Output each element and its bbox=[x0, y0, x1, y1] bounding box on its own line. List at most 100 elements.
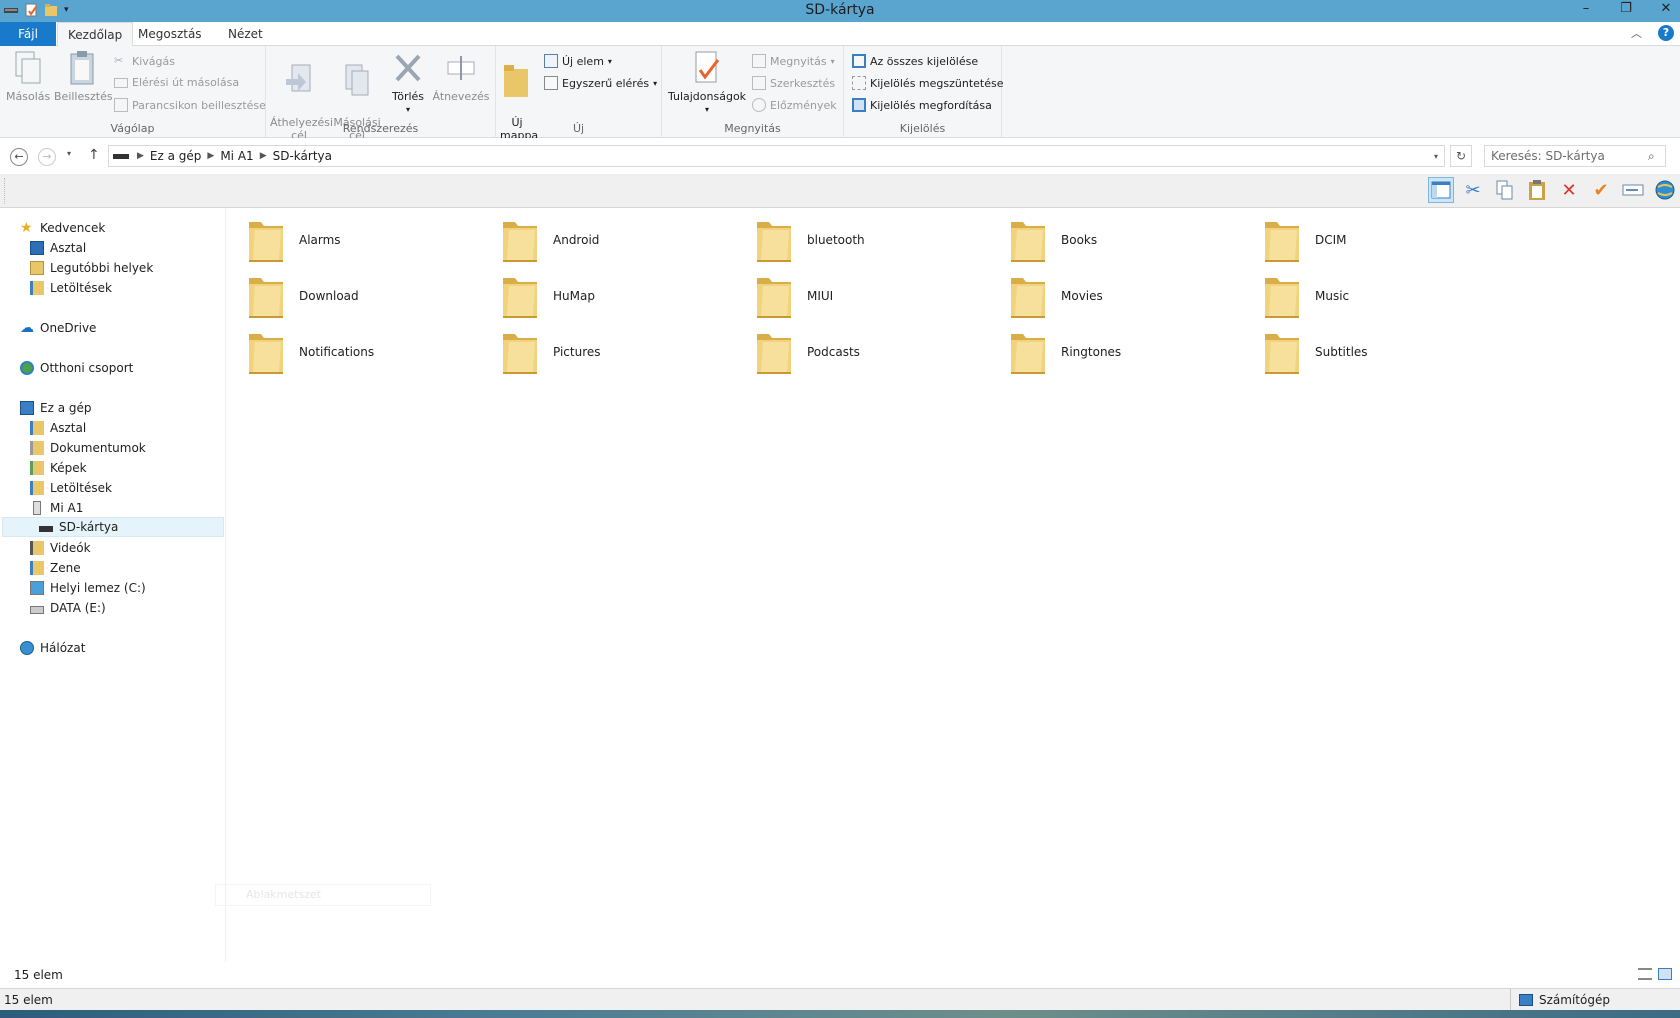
cut-icon[interactable]: ✂ bbox=[1460, 177, 1486, 203]
select-none-button[interactable]: Kijelölés megszüntetése bbox=[852, 76, 1004, 90]
scissors-icon: ✂ bbox=[114, 54, 124, 67]
open-button[interactable]: Megnyitás ▾ bbox=[752, 54, 835, 68]
copy-path-button[interactable]: Elérési út másolása bbox=[114, 76, 239, 89]
paste-icon[interactable] bbox=[1524, 177, 1550, 203]
edit-button[interactable]: Szerkesztés bbox=[752, 76, 835, 90]
recent-locations-icon[interactable]: ▾ bbox=[67, 149, 71, 158]
cut-button[interactable]: ✂ Kivágás bbox=[114, 54, 175, 68]
folder-item[interactable]: Notifications bbox=[245, 326, 495, 378]
folder-icon bbox=[1011, 334, 1045, 374]
nav-onedrive[interactable]: ☁ OneDrive bbox=[20, 318, 96, 338]
folder-item[interactable]: Ringtones bbox=[1007, 326, 1257, 378]
nav-homegroup[interactable]: Otthoni csoport bbox=[20, 358, 133, 378]
collapse-ribbon-icon[interactable]: ︿ bbox=[1631, 25, 1642, 41]
back-button[interactable]: ← bbox=[10, 148, 28, 166]
up-arrow-icon[interactable]: ↑ bbox=[88, 147, 100, 163]
nav-pc-pictures[interactable]: Képek bbox=[30, 458, 87, 478]
nav-network-label: Hálózat bbox=[40, 641, 86, 655]
tab-share[interactable]: Megosztás bbox=[128, 22, 212, 46]
refresh-icon[interactable]: ↻ bbox=[1450, 145, 1472, 167]
copy-button[interactable]: Másolás bbox=[6, 50, 50, 103]
checkmark-icon[interactable]: ✔ bbox=[1588, 177, 1614, 203]
properties-dropdown-icon[interactable]: ▾ bbox=[666, 103, 748, 116]
easy-access-button[interactable]: Egyszerű elérés ▾ bbox=[544, 76, 657, 90]
windows-drive-icon bbox=[30, 581, 44, 595]
breadcrumb-mi-a1[interactable]: Mi A1 bbox=[214, 149, 259, 163]
invert-selection-button[interactable]: Kijelölés megfordítása bbox=[852, 98, 992, 112]
folder-icon bbox=[1011, 278, 1045, 318]
nav-pc-desktop[interactable]: Asztal bbox=[30, 418, 86, 438]
nav-pc-mi-a1[interactable]: Mi A1 bbox=[30, 498, 83, 518]
paste-button[interactable]: Beillesztés bbox=[54, 50, 113, 103]
help-icon[interactable]: ? bbox=[1658, 25, 1674, 41]
search-input[interactable]: Keresés: SD-kártya bbox=[1484, 145, 1666, 167]
folder-item[interactable]: MIUI bbox=[753, 270, 1003, 322]
nav-fav-desktop-label: Asztal bbox=[50, 241, 87, 255]
details-view-icon[interactable] bbox=[1638, 968, 1652, 980]
folder-item[interactable]: DCIM bbox=[1261, 214, 1511, 266]
nav-pc-downloads[interactable]: Letöltések bbox=[30, 478, 112, 498]
nav-pc-c-drive[interactable]: Helyi lemez (C:) bbox=[30, 578, 146, 598]
breadcrumb-sep-icon: ▶ bbox=[137, 151, 144, 161]
nav-this-pc[interactable]: Ez a gép bbox=[20, 398, 91, 418]
folder-item[interactable]: HuMap bbox=[499, 270, 749, 322]
rename-field-icon[interactable] bbox=[1620, 177, 1646, 203]
rename-button[interactable]: Átnevezés bbox=[432, 50, 490, 103]
folder-item[interactable]: Pictures bbox=[499, 326, 749, 378]
close-button[interactable]: ✕ bbox=[1656, 1, 1676, 16]
layout-pane-icon[interactable] bbox=[1428, 177, 1454, 203]
paste-shortcut-button[interactable]: Parancsikon beillesztése bbox=[114, 98, 266, 112]
address-dropdown-icon[interactable]: ▾ bbox=[1434, 152, 1444, 161]
open-label: Megnyitás bbox=[770, 54, 827, 68]
tab-file[interactable]: Fájl bbox=[0, 22, 56, 46]
delete-button[interactable]: Törlés ▾ bbox=[388, 50, 428, 116]
new-item-button[interactable]: Új elem ▾ bbox=[544, 54, 612, 68]
folder-item[interactable]: Music bbox=[1261, 270, 1511, 322]
item-count-classic: 15 elem bbox=[4, 993, 53, 1007]
large-icons-view-icon[interactable] bbox=[1658, 968, 1672, 980]
copy-to-icon bbox=[345, 64, 369, 96]
folder-item[interactable]: Download bbox=[245, 270, 495, 322]
minimize-button[interactable]: – bbox=[1576, 1, 1596, 16]
tab-home[interactable]: Kezdőlap bbox=[57, 22, 134, 47]
tab-view[interactable]: Nézet bbox=[218, 22, 273, 46]
nav-pc-sd-card[interactable]: SD-kártya bbox=[2, 517, 224, 537]
breadcrumb-this-pc[interactable]: Ez a gép bbox=[144, 149, 207, 163]
address-field[interactable]: ▶ Ez a gép ▶ Mi A1 ▶ SD-kártya ▾ bbox=[108, 145, 1445, 167]
folder-item[interactable]: bluetooth bbox=[753, 214, 1003, 266]
music-folder-icon bbox=[30, 561, 44, 575]
folder-item[interactable]: Alarms bbox=[245, 214, 495, 266]
copy-icon[interactable] bbox=[1492, 177, 1518, 203]
folder-item[interactable]: Movies bbox=[1007, 270, 1257, 322]
invert-selection-icon bbox=[852, 98, 866, 112]
delete-dropdown-icon[interactable]: ▾ bbox=[388, 103, 428, 116]
globe-icon[interactable] bbox=[1652, 177, 1678, 203]
folder-item[interactable]: Books bbox=[1007, 214, 1257, 266]
nav-pc-documents[interactable]: Dokumentumok bbox=[30, 438, 146, 458]
nav-favorites[interactable]: ★ Kedvencek bbox=[20, 218, 105, 238]
folder-item[interactable]: Subtitles bbox=[1261, 326, 1511, 378]
forward-button[interactable]: → bbox=[38, 148, 56, 166]
nav-fav-downloads[interactable]: Letöltések bbox=[30, 278, 112, 298]
search-icon[interactable]: ⌕ bbox=[1648, 149, 1655, 164]
history-button[interactable]: Előzmények bbox=[752, 98, 837, 112]
easy-access-icon bbox=[544, 76, 558, 90]
restore-button[interactable]: ❐ bbox=[1616, 1, 1636, 16]
rename-label: Átnevezés bbox=[432, 90, 490, 103]
select-all-button[interactable]: Az összes kijelölése bbox=[852, 54, 978, 68]
nav-pc-e-drive[interactable]: DATA (E:) bbox=[30, 598, 106, 618]
nav-pc-videos[interactable]: Videók bbox=[30, 538, 91, 558]
folder-item[interactable]: Podcasts bbox=[753, 326, 1003, 378]
nav-favorites-label: Kedvencek bbox=[40, 221, 106, 235]
cloud-icon: ☁ bbox=[20, 320, 34, 336]
breadcrumb-sd-card[interactable]: SD-kártya bbox=[267, 149, 338, 163]
title-bar: ▾ SD-kártya – ❐ ✕ bbox=[0, 0, 1680, 22]
nav-pc-music[interactable]: Zene bbox=[30, 558, 81, 578]
nav-fav-recent[interactable]: Legutóbbi helyek bbox=[30, 258, 153, 278]
folder-item[interactable]: Android bbox=[499, 214, 749, 266]
organize-group: Áthelyezési cél Másolási cél Törlés ▾ Át… bbox=[266, 46, 496, 142]
nav-fav-desktop[interactable]: Asztal bbox=[30, 238, 86, 258]
delete-x-icon[interactable]: ✕ bbox=[1556, 177, 1582, 203]
properties-button[interactable]: Tulajdonságok ▾ bbox=[666, 50, 748, 116]
nav-network[interactable]: Hálózat bbox=[20, 638, 85, 658]
